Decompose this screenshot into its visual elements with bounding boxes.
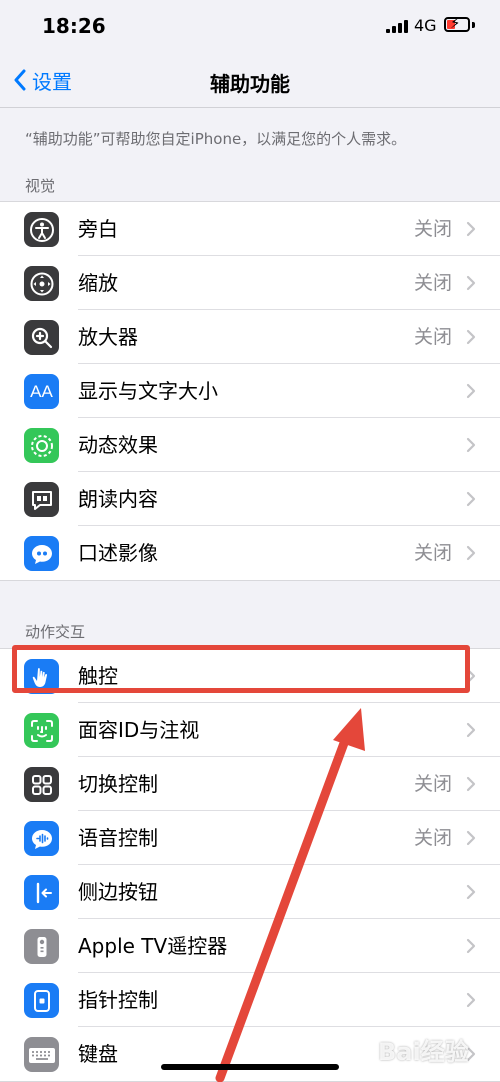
keyboard-icon [24, 1037, 59, 1072]
charging-bolt-icon: ⚡ [450, 14, 461, 32]
row-label: 显示与文字大小 [78, 379, 218, 403]
motion-icon [24, 428, 59, 463]
audio-description-icon [24, 536, 59, 571]
row-value: 关闭 [413, 218, 452, 240]
row-audio-descriptions[interactable]: 口述影像 关闭 [0, 526, 500, 580]
page-description: “辅助功能”可帮助您自定iPhone，以满足您的个人需求。 [25, 130, 407, 148]
row-label: 语音控制 [78, 826, 158, 850]
annotation-highlight-box [12, 645, 470, 693]
row-label: 动态效果 [78, 433, 158, 457]
row-pointer-control[interactable]: 指针控制 [0, 973, 500, 1027]
chevron-right-icon [466, 275, 476, 291]
row-label: 口述影像 [78, 541, 158, 565]
row-zoom[interactable]: 缩放 关闭 [0, 256, 500, 310]
page-title: 辅助功能 [210, 72, 290, 96]
watermark: Bai经验 [378, 1038, 469, 1066]
spoken-content-icon [24, 482, 59, 517]
row-voiceover[interactable]: 旁白 关闭 [0, 202, 500, 256]
row-side-button[interactable]: 侧边按钮 [0, 865, 500, 919]
text-size-icon: AA [24, 374, 59, 409]
voice-control-icon [24, 821, 59, 856]
section-header-vision: 视觉 [25, 177, 56, 195]
battery-cap [472, 22, 475, 28]
row-label: 缩放 [78, 271, 118, 295]
chevron-right-icon [466, 722, 476, 738]
row-label: 面容ID与注视 [78, 718, 200, 742]
cellular-signal-icon [386, 20, 408, 33]
section-vision-group: 旁白 关闭 缩放 关闭 放大器 关闭 AA 显示与文字大小 动态效果 朗读内容 … [0, 201, 500, 581]
row-label: Apple TV遥控器 [78, 934, 228, 958]
chevron-right-icon [466, 221, 476, 237]
navigation-bar: 设置 辅助功能 [0, 55, 500, 108]
row-apple-tv-remote[interactable]: Apple TV遥控器 [0, 919, 500, 973]
row-label: 键盘 [78, 1042, 118, 1066]
chevron-right-icon [466, 437, 476, 453]
row-value: 关闭 [413, 773, 452, 795]
chevron-right-icon [466, 329, 476, 345]
voiceover-icon [24, 212, 59, 247]
row-value: 关闭 [413, 542, 452, 564]
magnifier-icon [24, 320, 59, 355]
row-label: 侧边按钮 [78, 880, 158, 904]
row-voice-control[interactable]: 语音控制 关闭 [0, 811, 500, 865]
row-value: 关闭 [413, 326, 452, 348]
row-motion[interactable]: 动态效果 [0, 418, 500, 472]
network-type: 4G [414, 16, 437, 35]
row-display-text-size[interactable]: AA 显示与文字大小 [0, 364, 500, 418]
section-header-physical-motor: 动作交互 [25, 623, 86, 641]
tv-remote-icon [24, 929, 59, 964]
row-magnifier[interactable]: 放大器 关闭 [0, 310, 500, 364]
chevron-right-icon [466, 491, 476, 507]
switch-control-icon [24, 767, 59, 802]
chevron-right-icon [466, 884, 476, 900]
chevron-right-icon [466, 545, 476, 561]
row-switch-control[interactable]: 切换控制 关闭 [0, 757, 500, 811]
zoom-icon [24, 266, 59, 301]
chevron-right-icon [466, 383, 476, 399]
row-label: 旁白 [78, 217, 118, 241]
section-physical-motor-group: 触控 面容ID与注视 切换控制 关闭 语音控制 关闭 侧边按钮 Apple TV… [0, 648, 500, 1082]
row-value: 关闭 [413, 827, 452, 849]
status-time: 18:26 [42, 14, 106, 38]
face-id-icon [24, 713, 59, 748]
chevron-right-icon [466, 830, 476, 846]
pointer-control-icon [24, 983, 59, 1018]
row-label: 切换控制 [78, 772, 158, 796]
chevron-right-icon [466, 776, 476, 792]
row-spoken-content[interactable]: 朗读内容 [0, 472, 500, 526]
row-label: 放大器 [78, 325, 138, 349]
row-label: 朗读内容 [78, 487, 158, 511]
row-label: 指针控制 [78, 988, 158, 1012]
row-face-id-attention[interactable]: 面容ID与注视 [0, 703, 500, 757]
chevron-right-icon [466, 938, 476, 954]
chevron-right-icon [466, 992, 476, 1008]
side-button-icon [24, 875, 59, 910]
status-bar: 18:26 4G ⚡ [0, 0, 500, 55]
home-indicator[interactable] [161, 1064, 339, 1070]
row-value: 关闭 [413, 272, 452, 294]
